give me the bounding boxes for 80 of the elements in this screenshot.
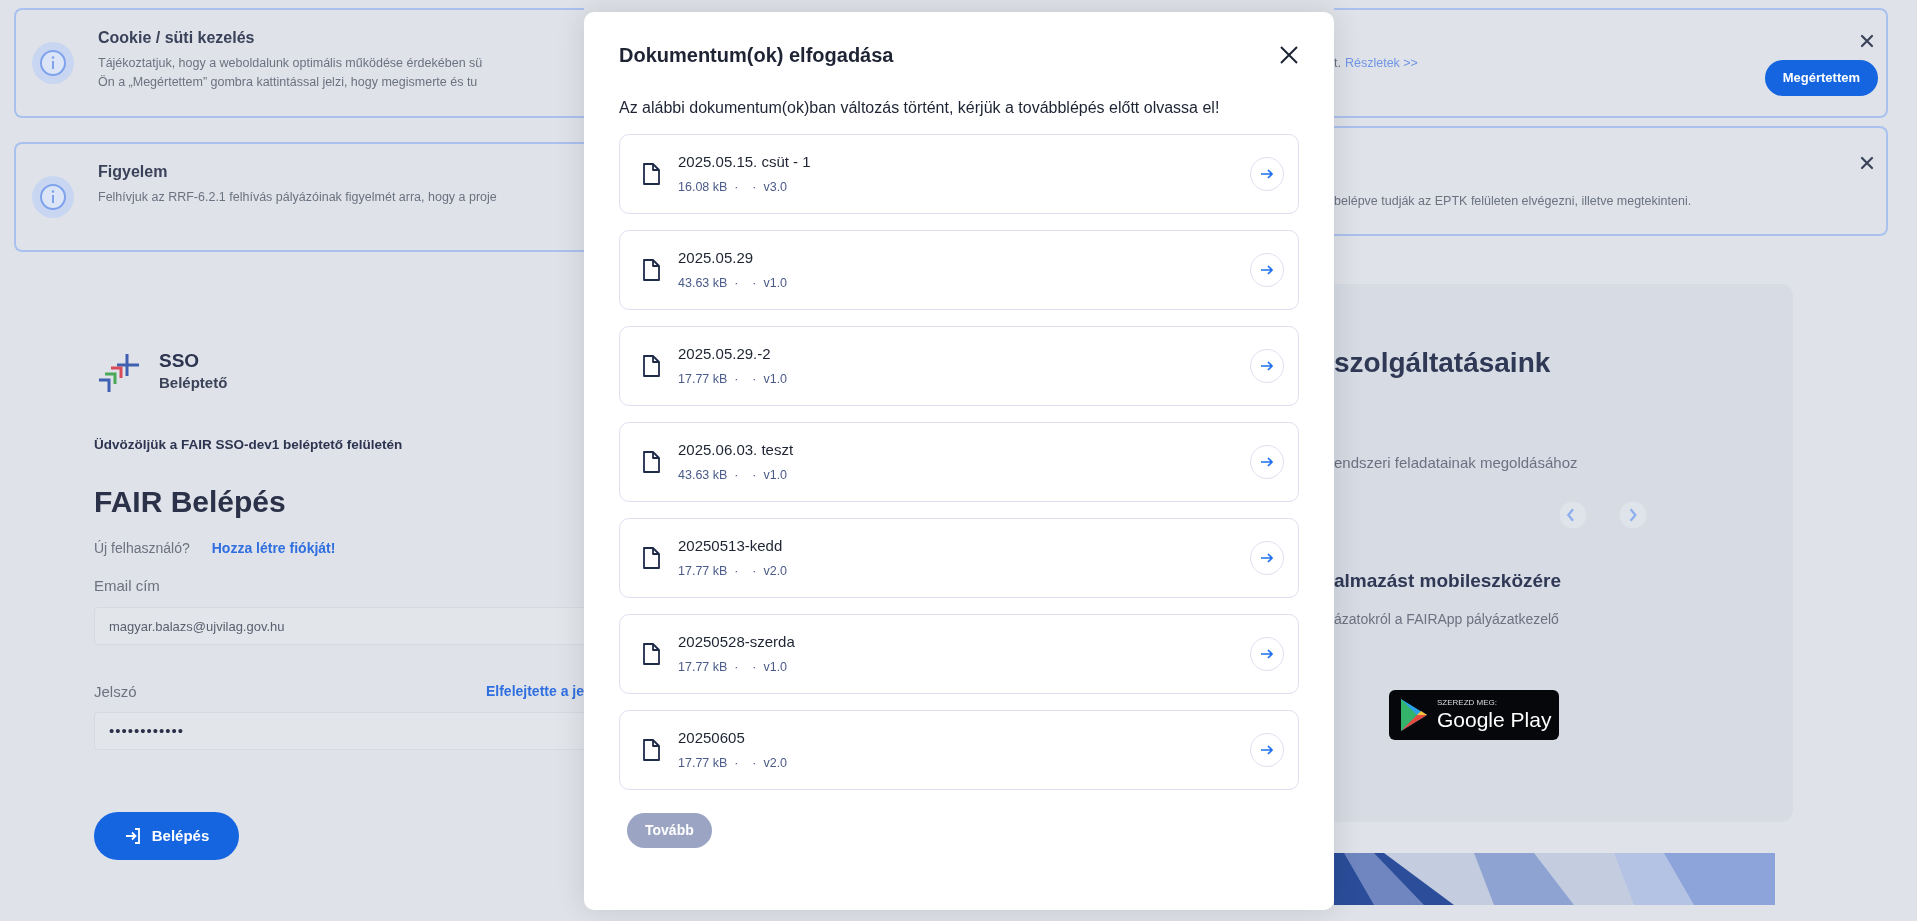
open-button[interactable]	[1250, 637, 1284, 671]
accept-button[interactable]: Megértettem	[1764, 60, 1878, 96]
file-icon	[642, 259, 661, 281]
document-name: 20250513-kedd	[678, 536, 784, 557]
forgot-password-link[interactable]: Elfelejtette a je	[485, 681, 584, 704]
arrow-right-icon	[1260, 167, 1274, 181]
login-button[interactable]: Belépés	[94, 811, 239, 860]
close-icon[interactable]	[1860, 34, 1874, 48]
welcome-text: Üdvözöljük a FAIR SSO-dev1 beléptető felületén	[94, 435, 404, 454]
app-text: ázatokról a FAIRApp pályázatkezelő	[1334, 610, 1560, 629]
badge-large-text: Google Play	[1437, 708, 1552, 732]
open-button[interactable]	[1250, 541, 1284, 575]
carousel-prev-icon[interactable]	[1559, 500, 1587, 529]
document-meta: 16.08 kB · · v3.0	[678, 178, 789, 196]
banner-text: t.	[1334, 54, 1341, 72]
file-icon	[642, 163, 661, 185]
close-icon[interactable]	[1860, 156, 1874, 170]
open-button[interactable]	[1250, 157, 1284, 191]
modal-description: Az alábbi dokumentum(ok)ban változás történt, kérjük a továbblépés előtt olvassa el!	[619, 98, 1221, 118]
document-meta: 17.77 kB · · v1.0	[678, 370, 789, 388]
document-meta: 17.77 kB · · v2.0	[678, 562, 789, 580]
file-icon	[642, 547, 661, 569]
banner-text: belépve tudják az EPTK felületen elvégezni, illetve megtekinteni.	[1334, 192, 1692, 210]
document-name: 20250528-szerda	[678, 632, 796, 653]
document-item[interactable]: 2025.06.03. teszt 43.63 kB · · v1.0	[619, 422, 1299, 502]
banner-text: Ön a „Megértettem” gombra kattintással jelzi, hogy megismerte és tu	[98, 74, 479, 91]
arrow-right-icon	[1260, 647, 1274, 661]
close-icon[interactable]	[1279, 45, 1299, 65]
banner-text: Tájékoztatjuk, hogy a weboldalunk optimális működése érdekében sü	[98, 55, 483, 72]
badge-small-text: SZEREZD MEG:	[1437, 698, 1498, 708]
document-name: 2025.05.15. csüt - 1	[678, 152, 812, 173]
document-item[interactable]: 2025.05.29 43.63 kB · · v1.0	[619, 230, 1299, 310]
open-button[interactable]	[1250, 733, 1284, 767]
login-icon	[123, 826, 142, 845]
banner-title: Cookie / süti kezelés	[98, 28, 256, 48]
document-item[interactable]: 20250528-szerda 17.77 kB · · v1.0	[619, 614, 1299, 694]
brand-name: SSO	[159, 350, 201, 372]
arrow-right-icon	[1260, 743, 1274, 757]
info-icon	[32, 42, 74, 84]
document-meta: 43.63 kB · · v1.0	[678, 274, 789, 292]
document-item[interactable]: 20250513-kedd 17.77 kB · · v2.0	[619, 518, 1299, 598]
promo-text: endszeri feladatainak megoldásához	[1334, 453, 1579, 473]
file-icon	[642, 739, 661, 761]
field-label: Email cím	[94, 575, 161, 596]
open-button[interactable]	[1250, 445, 1284, 479]
field-label: Jelszó	[94, 682, 137, 703]
document-meta: 43.63 kB · · v1.0	[678, 466, 789, 484]
modal-title: Dokumentum(ok) elfogadása	[619, 43, 894, 68]
google-play-badge[interactable]: SZEREZD MEG: Google Play	[1389, 690, 1559, 740]
document-item[interactable]: 20250605 17.77 kB · · v2.0	[619, 710, 1299, 790]
arrow-right-icon	[1260, 551, 1274, 565]
arrow-right-icon	[1260, 359, 1274, 373]
document-meta: 17.77 kB · · v1.0	[678, 658, 789, 676]
file-icon	[642, 355, 661, 377]
document-meta: 17.77 kB · · v2.0	[678, 754, 789, 772]
play-icon	[1399, 698, 1429, 732]
document-item[interactable]: 2025.05.15. csüt - 1 16.08 kB · · v3.0	[619, 134, 1299, 214]
file-icon	[642, 643, 661, 665]
banner-title: Figyelem	[98, 162, 169, 182]
arrow-right-icon	[1260, 263, 1274, 277]
open-button[interactable]	[1250, 349, 1284, 383]
register-link[interactable]: Hozza létre fiókját!	[211, 537, 336, 559]
arrow-right-icon	[1260, 455, 1274, 469]
app-heading: almazást mobileszközére	[1334, 568, 1563, 593]
banner-text: Felhívjuk az RRF-6.2.1 felhívás pályázóinak figyelmét arra, hogy a proje	[98, 189, 497, 206]
document-item[interactable]: 2025.05.29.-2 17.77 kB · · v1.0	[619, 326, 1299, 406]
page-heading: FAIR Belépés	[94, 483, 287, 520]
carousel-next-icon[interactable]	[1619, 500, 1647, 529]
promo-heading: szolgáltatásaink	[1334, 346, 1552, 380]
email-field[interactable]: magyar.balazs@ujvilag.gov.hu	[94, 607, 584, 646]
new-user-text: Új felhasználó?	[94, 538, 190, 558]
info-icon	[32, 176, 74, 218]
file-icon	[642, 451, 661, 473]
password-field[interactable]: ••••••••••••	[94, 711, 584, 750]
open-button[interactable]	[1250, 253, 1284, 287]
document-name: 2025.05.29	[678, 248, 755, 269]
document-name: 2025.05.29.-2	[678, 344, 772, 365]
document-name: 20250605	[678, 728, 746, 749]
brand-subtitle: Beléptető	[159, 373, 228, 393]
document-name: 2025.06.03. teszt	[678, 440, 795, 461]
